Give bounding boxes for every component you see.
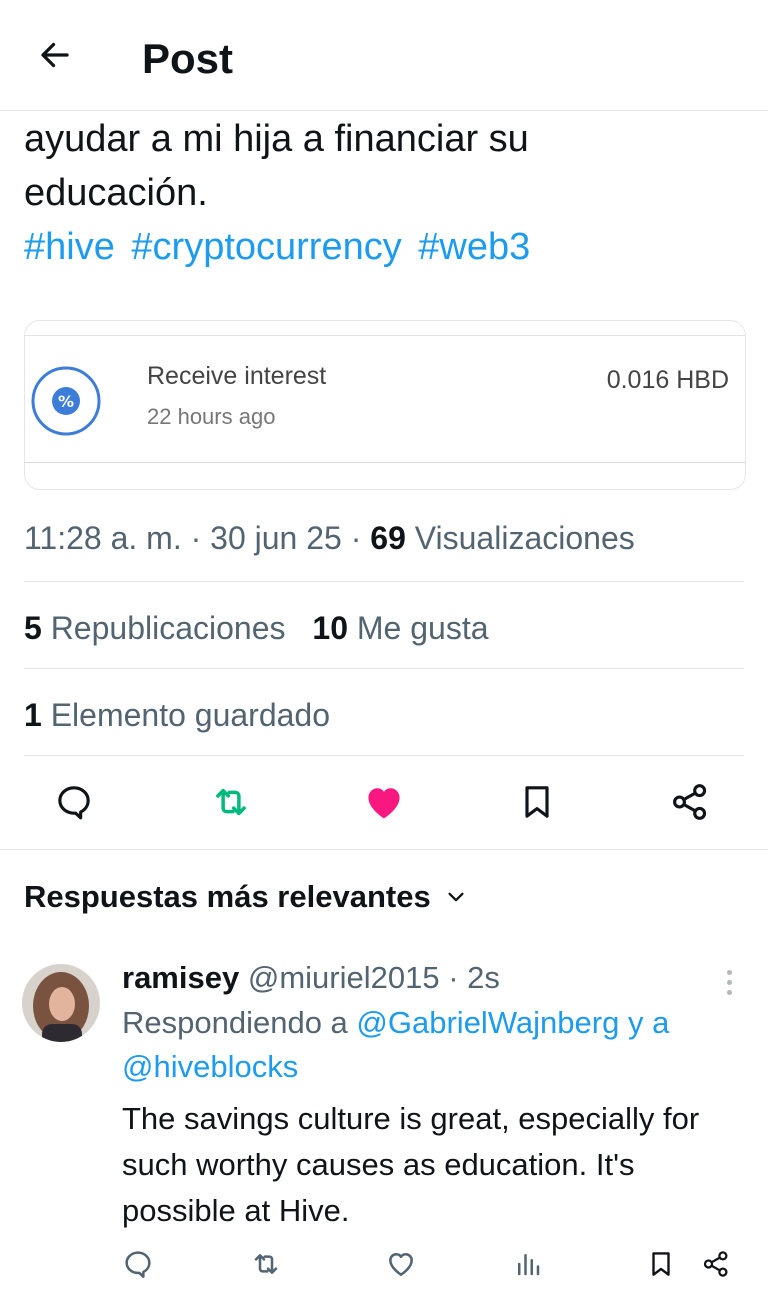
reposts-count: 5 <box>24 610 42 646</box>
bookmark-icon <box>652 1252 670 1276</box>
share-button[interactable] <box>665 777 715 827</box>
post-date: 30 jun 25 <box>210 520 342 556</box>
post-meta: 11:28 a. m. · 30 jun 25 · 69 Visualizaci… <box>24 516 635 560</box>
post-image-card[interactable]: % Receive interest 22 hours ago 0.016 HB… <box>24 320 746 490</box>
reply-header: ramisey @miuriel2015 · 2s <box>122 956 500 1000</box>
post-time: 11:28 a. m. <box>24 520 182 556</box>
arrow-left-icon <box>41 42 69 68</box>
post-text: ayudar a mi hija a financiar su educació… <box>24 112 744 274</box>
divider <box>24 668 744 669</box>
hashtag-link[interactable]: #web3 <box>418 226 530 268</box>
replies-sort-dropdown[interactable]: Respuestas más relevantes <box>24 876 467 918</box>
mention-link[interactable]: @hiveblocks <box>122 1049 298 1084</box>
like-button[interactable] <box>359 777 409 827</box>
reply-text: The savings culture is great, especially… <box>122 1101 700 1228</box>
repost-icon <box>216 788 246 816</box>
likes-stat[interactable]: 10 Me gusta <box>312 610 488 646</box>
mention-link[interactable]: @GabrielWajnberg <box>356 1005 619 1040</box>
views-label: Visualizaciones <box>414 520 635 556</box>
more-options-button[interactable] <box>712 962 746 1002</box>
reply-author-name[interactable]: ramisey <box>122 960 239 995</box>
transaction-time: 22 hours ago <box>147 404 276 429</box>
hashtags: #hive #cryptocurrency #web3 <box>24 220 744 274</box>
percent-icon: % <box>31 366 101 436</box>
replying-connector: y a <box>627 1005 670 1040</box>
transaction-title: Receive interest <box>147 362 327 390</box>
repost-icon <box>254 1254 278 1274</box>
more-dots-icon <box>726 969 732 975</box>
avatar[interactable] <box>22 964 100 1042</box>
reply-like-button[interactable] <box>381 1244 421 1284</box>
post-text-line: ayudar a mi hija a financiar su <box>24 118 529 160</box>
reply-bookmark-button[interactable] <box>641 1244 681 1284</box>
likes-label: Me gusta <box>356 610 489 646</box>
likes-count: 10 <box>312 610 348 646</box>
bookmarks-stat[interactable]: 1 Elemento guardado <box>24 693 330 737</box>
separator-dot: · <box>190 520 202 556</box>
views-count: 69 <box>370 520 406 556</box>
svg-text:%: % <box>58 392 74 411</box>
interest-row: % Receive interest 22 hours ago 0.016 HB… <box>25 335 745 463</box>
reposts-stat[interactable]: 5 Republicaciones <box>24 610 294 646</box>
analytics-icon <box>518 1254 540 1276</box>
separator-dot: · <box>448 960 459 995</box>
bookmark-button[interactable] <box>512 777 562 827</box>
reply-repost-button[interactable] <box>246 1244 286 1284</box>
transaction-amount: 0.016 HBD <box>606 366 729 394</box>
chevron-down-icon <box>445 886 467 908</box>
reply-reply-button[interactable] <box>118 1244 158 1284</box>
repost-button[interactable] <box>206 777 256 827</box>
page-title: Post <box>142 35 234 82</box>
hashtag-link[interactable]: #hive <box>24 226 115 268</box>
bookmark-icon <box>525 786 549 818</box>
divider <box>24 581 744 582</box>
share-icon <box>673 784 707 820</box>
reply-views-button[interactable] <box>508 1244 548 1284</box>
reply-button[interactable] <box>49 777 99 827</box>
back-button[interactable] <box>30 30 80 80</box>
bookmarks-count: 1 <box>24 697 42 733</box>
separator-dot: · <box>350 520 362 556</box>
post-text-line: educación. <box>24 172 208 214</box>
engagement-stats: 5 Republicaciones 10 Me gusta <box>24 606 489 650</box>
replies-sort-label: Respuestas más relevantes <box>24 879 431 914</box>
top-bar: Post <box>0 0 768 111</box>
hashtag-link[interactable]: #cryptocurrency <box>131 226 401 268</box>
reply-icon <box>125 1251 151 1278</box>
reply-share-button[interactable] <box>696 1244 736 1284</box>
replying-to: Respondiendo a @GabrielWajnberg y a @hiv… <box>122 1001 752 1089</box>
divider <box>24 755 744 756</box>
bookmarks-label: Elemento guardado <box>50 697 330 733</box>
section-divider <box>0 849 768 850</box>
share-icon <box>703 1251 728 1277</box>
reposts-label: Republicaciones <box>50 610 286 646</box>
reply-time: 2s <box>467 960 500 995</box>
replying-prefix: Respondiendo a <box>122 1005 348 1040</box>
reply-icon <box>58 786 90 820</box>
heart-outline-icon <box>389 1253 413 1276</box>
reply-author-handle[interactable]: @miuriel2015 <box>248 960 440 995</box>
heart-icon <box>368 788 400 819</box>
